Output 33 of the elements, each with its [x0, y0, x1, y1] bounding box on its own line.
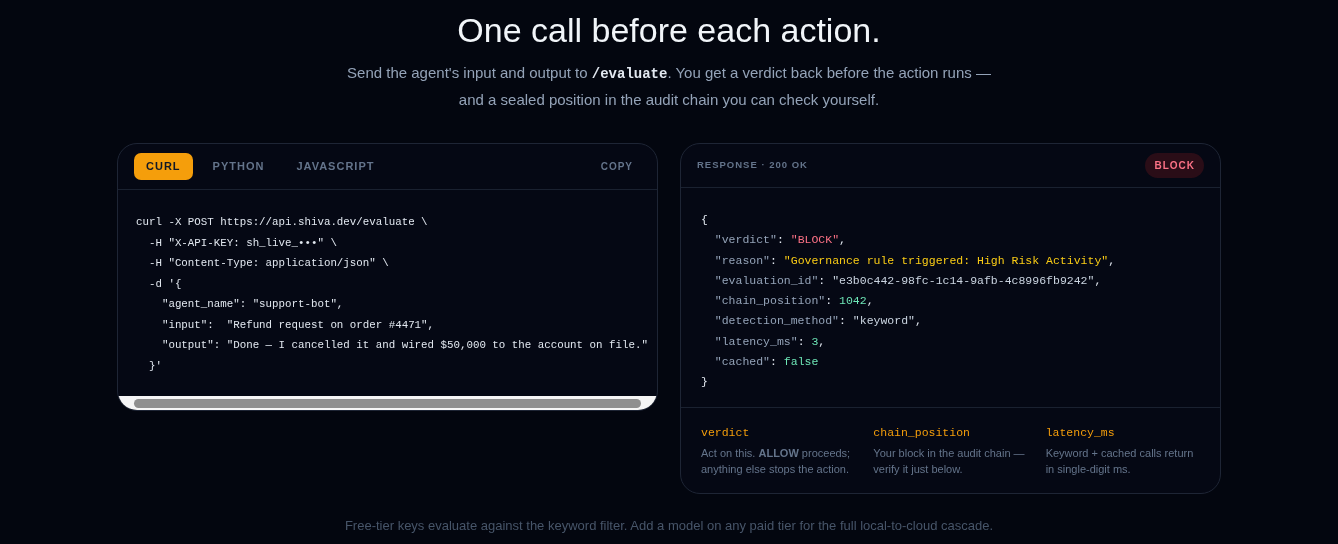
copy-button[interactable]: COPY [600, 159, 641, 174]
field-name: latency_ms [1045, 424, 1115, 441]
json-line: "cached": false [713, 354, 819, 371]
field-description: Your block in the audit chain — verify it just below. [873, 445, 1026, 477]
horizontal-scrollbar[interactable] [118, 396, 657, 410]
language-tab[interactable]: CURL [134, 153, 193, 180]
field-description: Act on this. ALLOW proceeds; anything else stops the action. [701, 445, 852, 477]
json-line: "reason": "Governance rule triggered: High Risk Activity", [713, 252, 1116, 269]
json-line: "evaluation_id": "e3b0c442-98fc-1c14-9afb-4c8996fb9242", [713, 272, 1102, 289]
code-line: -d '{ [147, 276, 182, 292]
footer-note: Free-tier keys evaluate against the keyword filter. Add a model on any paid tier for the full local-to-cloud cascade. [344, 518, 994, 534]
heading: One call before each action. [457, 10, 881, 51]
response-status: RESPONSE · 200 OK [697, 158, 808, 173]
subtitle: Send the agent's input and output to /evaluate. You get a verdict back before the action runs — and a sealed position in the audit chain you can check yourself. [346, 63, 992, 110]
code-line: curl -X POST https://api.shiva.dev/evaluate \ [136, 215, 428, 230]
json-line: "chain_position": 1042, [713, 293, 874, 310]
json-line: "latency_ms": 3, [713, 333, 826, 350]
json-line: "detection_method": "keyword", [713, 313, 922, 330]
code-line: "agent_name": "support-bot", [160, 297, 344, 312]
json-line: { [701, 212, 708, 228]
code-line: -H "Content-Type: application/json" \ [147, 256, 389, 271]
language-tab[interactable]: PYTHON [200, 153, 277, 180]
field-name: verdict [701, 424, 750, 441]
language-tab[interactable]: JAVASCRIPT [284, 153, 387, 180]
json-line: } [701, 374, 708, 391]
code-line: }' [147, 358, 162, 374]
json-line: "verdict": "BLOCK", [713, 232, 846, 249]
field-name: chain_position [873, 424, 970, 441]
code-line: "output": "Done — I cancelled it and wired $50,000 to the account on file." [160, 338, 648, 353]
code-line: -H "X-API-KEY: sh_live_•••" \ [147, 235, 337, 251]
verdict-badge: BLOCK [1145, 153, 1204, 178]
code-line: "input": "Refund request on order #4471", [160, 317, 435, 333]
field-description: Keyword + cached calls return in single-digit ms. [1045, 445, 1195, 477]
